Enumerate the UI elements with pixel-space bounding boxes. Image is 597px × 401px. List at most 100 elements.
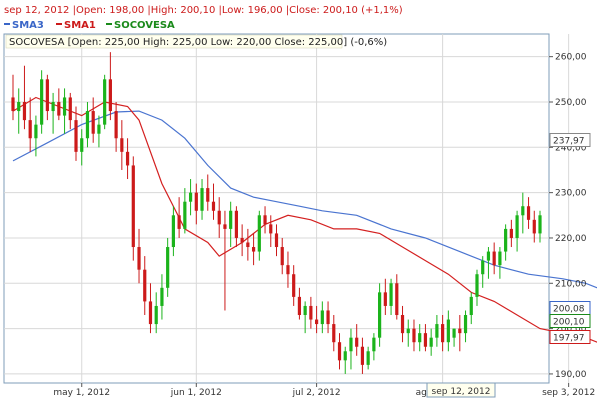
candle-body [515,215,519,238]
price-tag-label: 200,10 [553,318,585,328]
x-tick-label: jun 1, 2012 [170,388,222,398]
x-axis: may 1, 2012jun 1, 2012jul 2, 2012ago 1, … [53,383,595,398]
candle-body [251,247,256,252]
stock-chart: sep 12, 2012 |Open: 198,00 |High: 200,10… [3,5,597,398]
candle-body [366,351,370,365]
candle-body [57,101,61,116]
candle-body [463,315,468,334]
candle-body [80,138,84,152]
candle-body [206,188,210,202]
legend: SMA3 SMA1 SOCOVESA [4,20,175,31]
candle-body [34,124,38,139]
candle-body [166,247,170,288]
crosshair-date-label: sep 12, 2012 [432,387,491,397]
candle-body [160,287,164,306]
candle-body [171,215,175,248]
candle-body [108,79,112,112]
candle-body [372,337,376,352]
candle-body [303,305,307,316]
candle [378,283,382,347]
candle-body [435,324,439,338]
header-quote: sep 12, 2012 |Open: 198,00 |High: 200,10… [4,5,403,16]
candle-body [188,192,193,202]
candle-body [274,233,279,248]
candle-body [332,324,336,343]
candle-body [68,97,72,121]
candle-body [538,215,542,234]
candle-body [337,342,342,361]
header-date: sep 12, 2012 [4,5,69,16]
candle-body [297,296,302,316]
candle-body [423,333,428,347]
candle-body [292,274,296,297]
candle-body [383,292,387,306]
candle-body [45,79,49,112]
x-tick-label: sep 3, 2012 [542,388,595,398]
candle-body [309,305,313,320]
candle-body [286,265,290,275]
candle-body [492,251,496,266]
y-tick-label: 190,00 [555,370,587,380]
plot-frame [3,33,550,384]
candle-body [217,210,221,225]
candle-body [446,319,450,343]
candle-body [120,138,124,152]
candle-body [481,260,485,275]
candle-body [22,101,27,121]
candle-body [143,269,147,302]
candle-body [234,210,239,238]
header-high: High: 200,10 [151,5,216,16]
info-box-text: SOCOVESA [Open: 225,00 High: 225,00 Low:… [9,37,387,48]
candle-body [475,274,479,297]
candle-body [349,337,353,352]
candle-body [103,79,107,125]
candle-body [269,224,273,234]
candle-body [521,206,525,216]
price-tag-label: 200,08 [553,305,585,315]
candle-body [177,215,181,229]
candle-body [498,251,502,266]
candle [40,70,44,134]
candle-body [526,206,531,220]
y-tick-label: 210,00 [555,279,587,289]
candle-body [389,283,393,306]
candle-body [326,310,330,325]
candle-body [532,219,536,234]
candle-body [223,224,227,229]
candle-body [452,328,456,338]
candle-body [74,120,78,152]
candle-body [280,247,284,266]
candle-body [360,346,365,365]
candle-body [429,337,433,347]
candle-body [486,251,491,261]
candle-body [504,228,508,252]
candle-body [406,328,410,334]
candle-body [51,101,55,112]
candle-body [148,301,153,325]
legend-label-sma3: SMA3 [12,20,44,31]
candle-body [137,247,141,270]
y-tick-label: 230,00 [555,189,587,199]
candle-body [441,324,445,343]
candle-body [229,210,233,229]
candle-body [395,283,399,316]
x-tick-label: jul 2, 2012 [292,388,341,398]
candle-body [240,237,244,243]
candle-body [418,333,422,343]
header-close: Close: 200,10 [289,5,358,16]
candle-body [257,215,261,252]
candle-body [17,101,21,112]
candle [131,156,135,261]
candle-body [211,201,216,211]
candle-body [200,188,204,211]
candle-body [263,215,267,225]
candle-body [355,337,359,347]
legend-label-sma1: SMA1 [64,20,96,31]
candle-body [114,111,118,139]
candle-body [40,79,44,125]
candle-body [62,97,67,116]
candle-body [91,111,95,134]
candle-body [131,165,135,248]
candle-body [469,296,473,316]
header-low: Low: 196,00 [222,5,283,16]
